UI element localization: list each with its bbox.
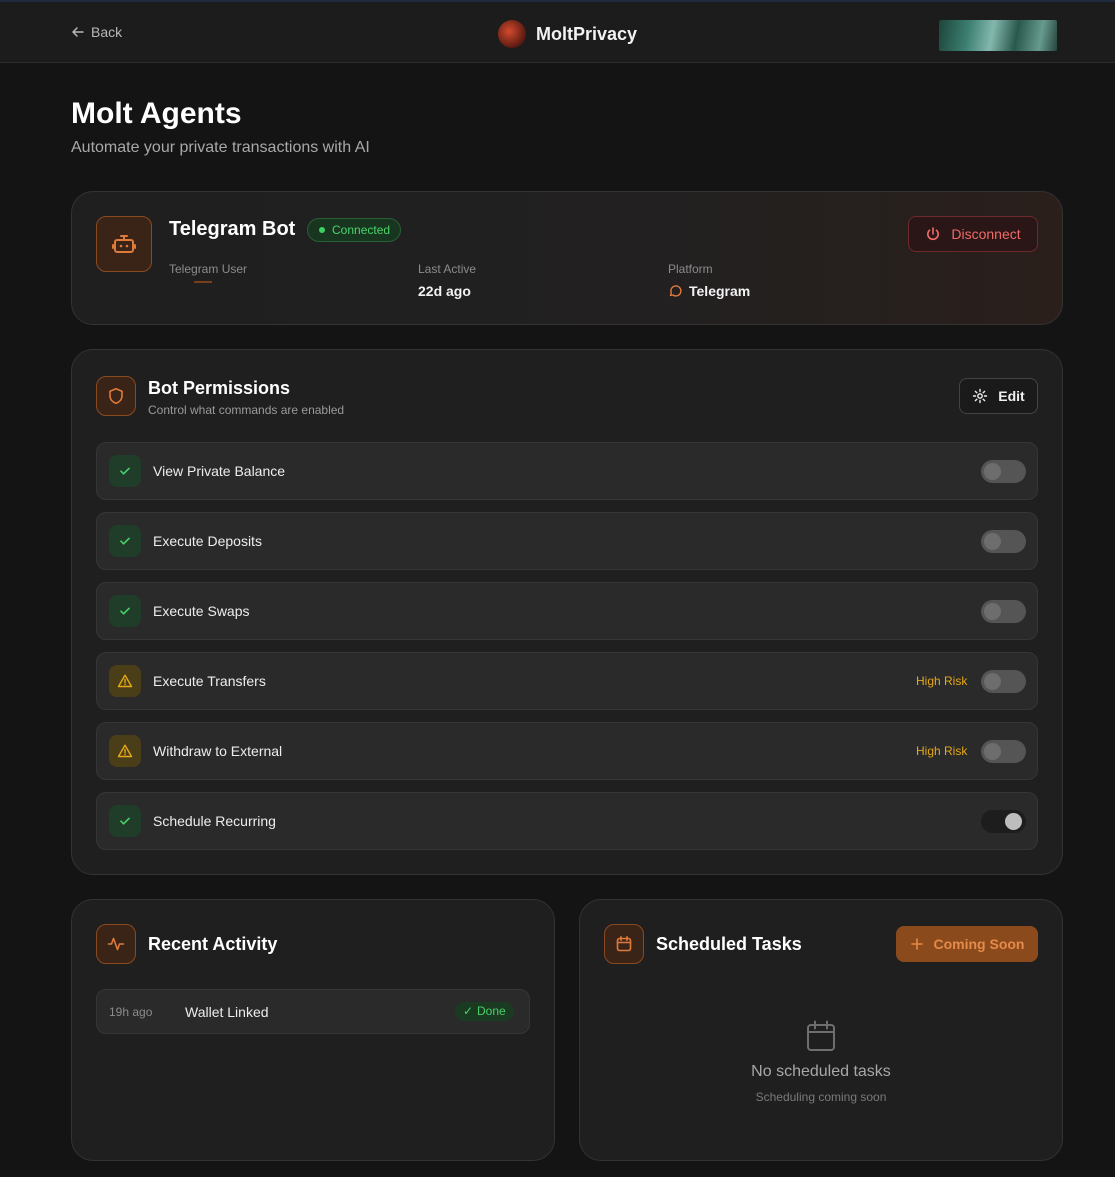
permission-toggle[interactable] [981,740,1026,763]
permission-toggle[interactable] [981,460,1026,483]
check-icon: ✓ [463,1004,474,1018]
calendar-empty-icon [807,1020,835,1051]
toggle-knob [984,463,1001,480]
activity-time: 19h ago [109,1005,153,1019]
telegram-user-label: Telegram User [169,262,248,276]
user-avatar-image[interactable] [939,20,1057,51]
arrow-left-icon [72,27,84,37]
gear-icon [973,388,988,404]
check-icon-box [109,805,141,837]
check-icon-box [109,525,141,557]
brand-logo [498,20,526,48]
last-active-value: 22d ago [418,283,471,299]
permission-toggle[interactable] [981,530,1026,553]
toggle-knob [984,673,1001,690]
permission-row-schedule-recurring: Schedule Recurring [96,792,1038,850]
activity-pulse-icon [107,937,125,951]
page-title: Molt Agents [71,97,242,130]
brand[interactable]: MoltPrivacy [498,20,637,48]
robot-icon [112,235,136,253]
scheduled-tasks-card: Scheduled Tasks Coming Soon No scheduled… [579,899,1063,1161]
permission-toggle[interactable] [981,670,1026,693]
permissions-subtitle: Control what commands are enabled [148,403,345,417]
tasks-icon-box [604,924,644,964]
permission-label: Execute Transfers [153,673,266,689]
plus-icon [910,938,923,950]
permission-row-execute-swaps: Execute Swaps [96,582,1038,640]
done-badge: ✓ Done [455,1002,514,1021]
permission-row-withdraw-to-external: Withdraw to External High Risk [96,722,1038,780]
back-button[interactable]: Back [71,24,122,40]
telegram-user-redacted [194,281,212,283]
platform-label: Platform [668,262,713,276]
permission-label: View Private Balance [153,463,286,479]
check-icon-box [109,595,141,627]
empty-tasks-subtitle: Scheduling coming soon [755,1090,887,1104]
permission-toggle[interactable] [981,600,1026,623]
toggle-knob [1005,813,1022,830]
check-icon-box [109,455,141,487]
edit-permissions-button[interactable]: Edit [959,378,1038,414]
permission-row-view-private-balance: View Private Balance [96,442,1038,500]
permission-toggle[interactable] [981,810,1026,833]
permissions-icon-box [96,376,136,416]
permission-row-execute-transfers: Execute Transfers High Risk [96,652,1038,710]
permission-label: Schedule Recurring [153,813,276,829]
toggle-knob [984,743,1001,760]
warning-icon-box [109,735,141,767]
empty-tasks-title: No scheduled tasks [751,1063,891,1080]
edit-label: Edit [998,388,1025,404]
check-icon [120,467,130,475]
permission-label: Execute Swaps [153,603,250,619]
coming-soon-label: Coming Soon [933,936,1025,952]
activity-label: Wallet Linked [185,1004,269,1020]
done-label: Done [477,1004,506,1018]
page-subtitle: Automate your private transactions with … [71,139,370,156]
calendar-icon [616,936,632,952]
disconnect-label: Disconnect [951,226,1021,242]
activity-row[interactable]: 19h ago Wallet Linked ✓ Done [96,989,530,1034]
top-bar: Back MoltPrivacy [0,0,1115,63]
permission-label: Execute Deposits [153,533,262,549]
warning-triangle-icon [117,744,133,758]
check-icon [120,817,130,825]
last-active-label: Last Active [418,262,477,276]
brand-name: MoltPrivacy [536,23,638,44]
platform-name: Telegram [689,283,751,299]
check-icon [120,537,130,545]
recent-activity-title: Recent Activity [148,934,278,954]
recent-activity-card: Recent Activity 19h ago Wallet Linked ✓ … [71,899,555,1161]
permissions-title: Bot Permissions [148,378,291,398]
disconnect-button[interactable]: Disconnect [908,216,1038,252]
bot-icon-box [96,216,152,272]
toggle-knob [984,533,1001,550]
shield-icon [109,388,123,404]
high-risk-label: High Risk [916,674,968,688]
platform-value: Telegram [668,283,750,299]
message-circle-icon [669,285,682,297]
power-icon [927,227,940,241]
warning-triangle-icon [117,674,133,688]
coming-soon-button[interactable]: Coming Soon [896,926,1038,962]
permission-row-execute-deposits: Execute Deposits [96,512,1038,570]
back-label: Back [91,24,123,40]
bot-status-card: Telegram Bot Connected Disconnect Telegr… [71,191,1063,325]
check-icon [120,607,130,615]
high-risk-label: High Risk [916,744,968,758]
bot-permissions-card: Bot Permissions Control what commands ar… [71,349,1063,875]
activity-icon-box [96,924,136,964]
warning-icon-box [109,665,141,697]
toggle-knob [984,603,1001,620]
permission-label: Withdraw to External [153,743,283,759]
bot-title: Telegram Bot [169,218,296,240]
connected-badge: Connected [307,218,402,242]
scheduled-tasks-title: Scheduled Tasks [656,934,802,954]
